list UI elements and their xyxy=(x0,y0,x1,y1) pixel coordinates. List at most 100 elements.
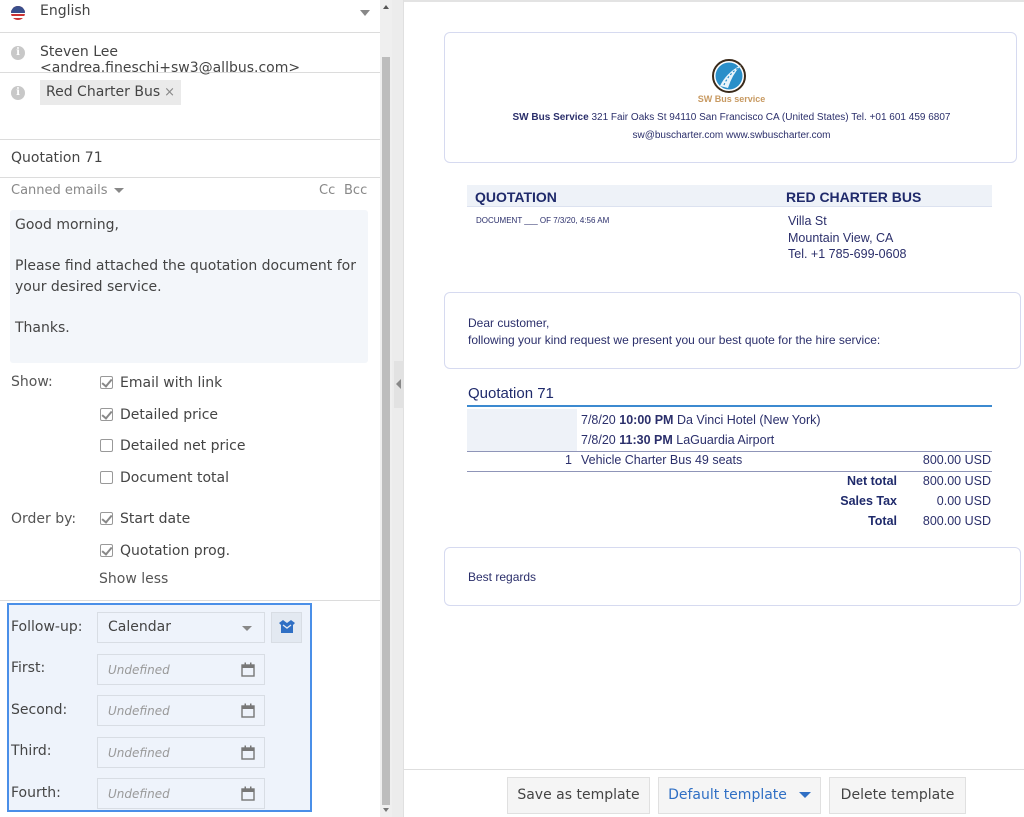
sales-tax-value: 0.00 USD xyxy=(936,494,991,508)
total-label: Total xyxy=(868,514,897,528)
cc-link[interactable]: Cc xyxy=(319,183,335,198)
checkbox-checked-icon[interactable] xyxy=(100,408,113,421)
fourth-date-label: Fourth: xyxy=(11,785,61,801)
company-name: SW Bus Service xyxy=(512,112,589,123)
chevron-down-icon xyxy=(242,626,252,631)
sales-tax-label: Sales Tax xyxy=(840,494,897,508)
scroll-up-icon[interactable] xyxy=(383,5,389,9)
checkbox-document-total[interactable]: Document total xyxy=(100,468,229,488)
checkbox-start-date[interactable]: Start date xyxy=(100,509,190,529)
client-city: Mountain View, CA xyxy=(788,230,894,245)
first-date-input[interactable]: Undefined xyxy=(97,654,265,685)
scrollbar-thumb[interactable] xyxy=(382,57,390,805)
followup-selected-value: Calendar xyxy=(108,619,171,635)
item-qty: 1 xyxy=(565,453,572,467)
company-contacts: sw@buscharter.com www.swbuscharter.com xyxy=(632,130,831,141)
company-address-text: 321 Fair Oaks St 94110 San Francisco CA … xyxy=(591,112,951,123)
stop-place: Da Vinci Hotel (New York) xyxy=(676,413,821,427)
third-date-input[interactable]: Undefined xyxy=(97,737,265,768)
closing-text: Best regards xyxy=(468,570,537,584)
recipients-field[interactable]: i Red Charter Bus × xyxy=(0,73,380,140)
calendar-icon[interactable] xyxy=(241,745,255,760)
divider xyxy=(0,600,380,601)
net-total-value: 800.00 USD xyxy=(922,474,991,488)
stop-row: 7/8/20 11:30 PM LaGuardia Airport xyxy=(581,433,774,447)
bcc-link[interactable]: Bcc xyxy=(344,183,367,198)
first-date-label: First: xyxy=(11,660,46,676)
fourth-date-input[interactable]: Undefined xyxy=(97,778,265,809)
open-box-icon xyxy=(279,620,295,633)
remove-tag-icon[interactable]: × xyxy=(164,85,175,100)
default-template-dropdown[interactable]: Default template xyxy=(658,777,821,814)
left-scrollbar[interactable] xyxy=(380,0,392,817)
stops-shade xyxy=(467,409,577,451)
company-logo-icon xyxy=(712,59,746,93)
chevron-down-icon xyxy=(798,792,811,798)
date-placeholder: Undefined xyxy=(108,704,170,718)
document-type: QUOTATION xyxy=(475,189,557,205)
email-body-editor[interactable]: Good morning, Please find attached the q… xyxy=(10,210,368,363)
calendar-icon[interactable] xyxy=(241,786,255,801)
followup-select[interactable]: Calendar xyxy=(97,612,265,643)
date-placeholder: Undefined xyxy=(108,663,170,677)
collapse-left-icon[interactable] xyxy=(394,361,404,408)
stop-place: LaGuardia Airport xyxy=(676,433,775,447)
calendar-icon[interactable] xyxy=(241,662,255,677)
checkbox-email-with-link[interactable]: Email with link xyxy=(100,373,222,393)
scroll-down-icon[interactable] xyxy=(383,808,389,812)
followup-label: Follow-up: xyxy=(11,619,83,635)
checkbox-unchecked-icon[interactable] xyxy=(100,439,113,452)
stop-date: 7/8/20 xyxy=(581,413,616,427)
total-value: 800.00 USD xyxy=(922,514,991,528)
document-title-bar: QUOTATION RED CHARTER BUS xyxy=(467,185,992,207)
followup-section: Follow-up: Calendar First: Undefined Sec… xyxy=(7,603,312,812)
second-date-label: Second: xyxy=(11,702,68,718)
email-composer: English i Steven Lee <andrea.fineschi+sw… xyxy=(0,0,380,817)
info-icon[interactable]: i xyxy=(11,86,25,100)
stop-row: 7/8/20 10:00 PM Da Vinci Hotel (New York… xyxy=(581,413,821,427)
info-icon[interactable]: i xyxy=(11,46,25,60)
calendar-icon[interactable] xyxy=(241,703,255,718)
client-phone: Tel. +1 785-699-0608 xyxy=(788,247,907,261)
chevron-down-icon[interactable] xyxy=(360,10,370,16)
to-value: Steven Lee <andrea.fineschi+sw3@allbus.c… xyxy=(40,44,301,76)
checkbox-checked-icon[interactable] xyxy=(100,376,113,389)
subject-field[interactable]: Quotation 71 xyxy=(0,140,380,178)
canned-emails-dropdown[interactable]: Canned emails xyxy=(11,183,124,198)
logo-text: SW Bus service xyxy=(697,94,766,104)
delete-template-button[interactable]: Delete template xyxy=(829,777,966,814)
checkbox-checked-icon[interactable] xyxy=(100,512,113,525)
save-as-template-button[interactable]: Save as template xyxy=(507,777,650,814)
canned-emails-label: Canned emails xyxy=(11,183,108,198)
client-street: Villa St xyxy=(788,214,827,228)
closing-card: Best regards xyxy=(444,547,1021,606)
checkbox-quotation-prog[interactable]: Quotation prog. xyxy=(100,541,230,561)
net-total-label: Net total xyxy=(847,474,897,488)
checkbox-label: Email with link xyxy=(120,375,223,391)
to-field[interactable]: i Steven Lee <andrea.fineschi+sw3@allbus… xyxy=(0,33,380,76)
checkbox-label: Detailed price xyxy=(120,407,219,423)
stop-time: 10:00 PM xyxy=(619,413,674,427)
date-placeholder: Undefined xyxy=(108,787,170,801)
checkbox-detailed-price[interactable]: Detailed price xyxy=(100,405,218,425)
language-value: English xyxy=(40,3,91,19)
item-description: Vehicle Charter Bus 49 seats xyxy=(581,453,743,467)
quote-title: Quotation 71 xyxy=(468,385,554,402)
greeting-card: Dear customer, following your kind reque… xyxy=(444,292,1021,369)
default-template-label: Default template xyxy=(668,787,787,803)
divider xyxy=(467,471,992,472)
checkbox-label: Quotation prog. xyxy=(120,543,231,559)
intro: following your kind request we present y… xyxy=(468,333,881,347)
company-address: SW Bus Service 321 Fair Oaks St 94110 Sa… xyxy=(445,112,1018,123)
show-less-link[interactable]: Show less xyxy=(99,571,168,587)
second-date-input[interactable]: Undefined xyxy=(97,695,265,726)
checkbox-checked-icon[interactable] xyxy=(100,544,113,557)
chevron-down-icon xyxy=(113,188,124,193)
checkbox-detailed-net-price[interactable]: Detailed net price xyxy=(100,436,245,456)
panel-splitter[interactable] xyxy=(392,0,404,817)
checkbox-unchecked-icon[interactable] xyxy=(100,471,113,484)
stop-date: 7/8/20 xyxy=(581,433,616,447)
client-address: Villa St Mountain View, CA Tel. +1 785-6… xyxy=(788,213,907,263)
followup-open-button[interactable] xyxy=(271,612,302,643)
language-select[interactable]: English xyxy=(0,0,380,33)
